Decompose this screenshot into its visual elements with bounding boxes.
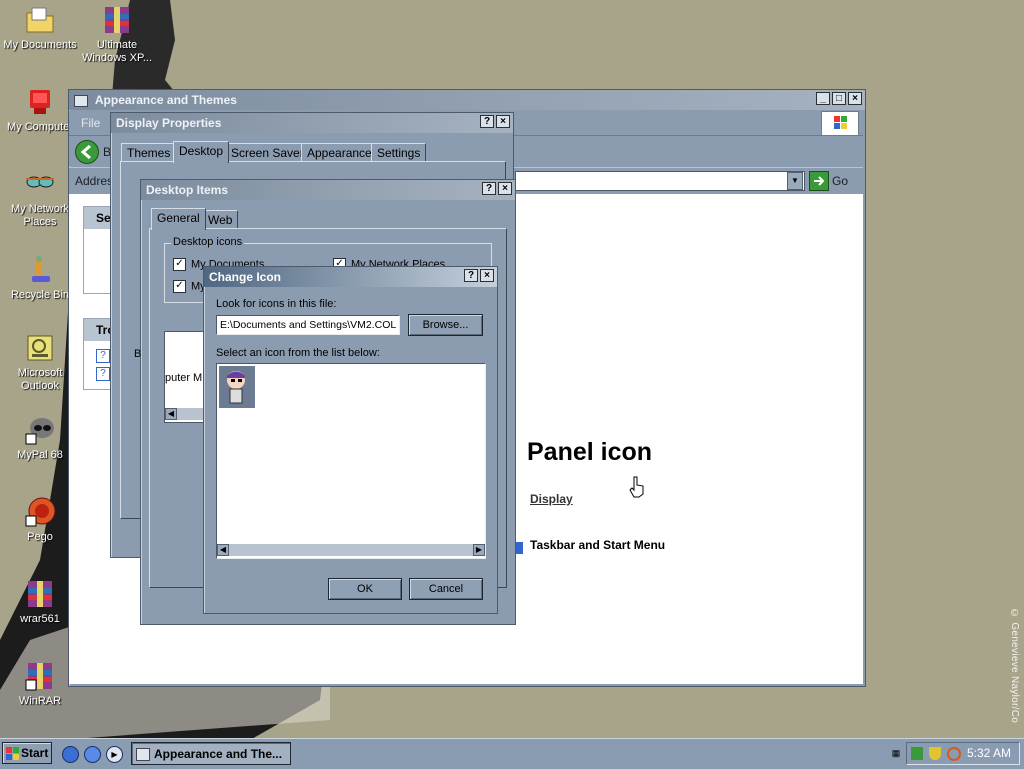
desktop-icon-label: Ultimate Windows XP... [81, 39, 153, 64]
look-for-icons-label: Look for icons in this file: [216, 298, 337, 310]
mypal-raccoon-icon [24, 414, 56, 446]
icon-file-path-text: E:\Documents and Settings\VM2.COL [220, 319, 397, 331]
scroll-right-icon[interactable]: ▶ [473, 544, 485, 556]
back-button[interactable] [75, 140, 99, 164]
tab-settings[interactable]: Settings [371, 143, 427, 162]
change-icon-title-bar[interactable]: Change Icon ? × [204, 267, 497, 287]
scroll-left-icon[interactable]: ◀ [217, 544, 229, 556]
desktop-items-tabs: General Web [149, 208, 349, 230]
close-button[interactable]: × [498, 182, 512, 195]
folder-small-icon [136, 748, 150, 761]
taskbar: Start ▶ Appearance and The... ▦ 5:32 AM [0, 738, 1024, 769]
cancel-button[interactable]: Cancel [409, 578, 483, 600]
icon-file-path-input[interactable]: E:\Documents and Settings\VM2.COL [216, 315, 400, 335]
quick-launch-ie-icon[interactable] [62, 746, 79, 763]
explorer-title-bar[interactable]: Appearance and Themes _ □ × [69, 90, 865, 110]
wallpaper-credit: © Genevieve Naylor/Co [1009, 608, 1020, 724]
menu-file[interactable]: File [81, 116, 100, 130]
computer-icon [24, 86, 56, 118]
network-places-icon [24, 168, 56, 200]
change-icon-title: Change Icon [209, 270, 282, 284]
tab-desktop[interactable]: Desktop [173, 141, 230, 163]
browse-button[interactable]: Browse... [408, 314, 483, 336]
desktop-icons-group-label: Desktop icons [171, 236, 245, 248]
close-button[interactable]: × [496, 115, 510, 128]
address-dropdown-button[interactable]: ▼ [787, 172, 803, 190]
help-button[interactable]: ? [482, 182, 496, 195]
icon-list-item[interactable] [219, 366, 255, 408]
check-icon: ✓ [173, 258, 186, 271]
folder-icon [24, 4, 56, 36]
tray-expand-icon[interactable]: ▦ [890, 747, 902, 759]
icon-list[interactable]: ◀ ▶ [216, 363, 486, 559]
icon-item-label: puter [165, 372, 191, 384]
security-shield-tray-icon[interactable] [929, 747, 941, 760]
go-arrow-icon[interactable] [809, 171, 829, 191]
clock[interactable]: 5:32 AM [967, 743, 1011, 764]
system-tray: 5:32 AM [906, 742, 1020, 765]
outlook-icon [24, 332, 56, 364]
checkbox-my-computer[interactable]: ✓ My [173, 280, 206, 293]
cartoon-character-icon [227, 371, 245, 404]
maximize-button[interactable]: □ [832, 92, 846, 105]
minimize-button[interactable]: _ [816, 92, 830, 105]
winrar-archive-icon [24, 660, 56, 692]
taskbar-item-appearance-and-themes[interactable]: Appearance and The... [131, 742, 291, 765]
search-tray-icon[interactable] [947, 747, 961, 761]
horizontal-scrollbar[interactable]: ◀ [165, 408, 205, 420]
back-arrow-icon [80, 144, 91, 160]
scroll-left-icon[interactable]: ◀ [165, 408, 177, 420]
tab-general[interactable]: General [151, 208, 206, 230]
display-properties-tabs: Themes Desktop Screen Saver Appearance S… [121, 141, 511, 163]
explorer-title: Appearance and Themes [94, 93, 237, 107]
desktop-icon-label: My Documents [3, 39, 77, 51]
close-button[interactable]: × [480, 269, 494, 282]
network-tray-icon[interactable] [911, 747, 923, 760]
quick-launch-browser-icon[interactable] [84, 746, 101, 763]
windows-flag-icon [6, 747, 19, 760]
address-input[interactable] [515, 171, 805, 191]
winrar-archive-icon [101, 4, 133, 36]
address-label: Addres [75, 174, 114, 188]
folder-small-icon [74, 94, 88, 107]
help-button[interactable]: ? [480, 115, 494, 128]
tab-screen-saver[interactable]: Screen Saver [225, 143, 310, 162]
horizontal-scrollbar[interactable]: ◀ ▶ [217, 544, 485, 556]
ok-button[interactable]: OK [328, 578, 402, 600]
close-button[interactable]: × [848, 92, 862, 105]
quick-launch-media-player-icon[interactable]: ▶ [106, 746, 123, 763]
pego-icon [24, 496, 56, 528]
help-icon: ? [96, 349, 110, 363]
tab-web[interactable]: Web [202, 210, 239, 229]
select-icon-label: Select an icon from the list below: [216, 347, 380, 359]
taskbar-start-menu-link[interactable]: Taskbar and Start Menu [530, 538, 665, 552]
check-icon: ✓ [173, 280, 186, 293]
display-properties-title-bar[interactable]: Display Properties ? × [111, 113, 513, 133]
tab-themes[interactable]: Themes [121, 143, 177, 162]
winrar-archive-icon [24, 578, 56, 610]
icon-item-label: M [193, 372, 203, 384]
start-button[interactable]: Start [2, 742, 52, 764]
taskbar-item-label: Appearance and The... [154, 747, 283, 761]
recycle-bin-icon [24, 254, 56, 286]
change-icon-dialog: Change Icon ? × Look for icons in this f… [203, 266, 498, 614]
desktop-icon-ultimate-windows-xp[interactable]: Ultimate Windows XP... [77, 4, 157, 65]
tab-appearance[interactable]: Appearance [301, 143, 378, 162]
help-button[interactable]: ? [464, 269, 478, 282]
desktop-icon-list[interactable]: puter M ◀ [164, 331, 206, 423]
hand-cursor-icon [629, 476, 644, 498]
windows-logo-icon [821, 111, 859, 136]
go-button[interactable]: Go [832, 174, 848, 188]
desktop-icon-my-documents[interactable]: My Documents [0, 4, 80, 52]
desktop-items-title-bar[interactable]: Desktop Items ? × [141, 180, 515, 200]
start-label: Start [21, 746, 49, 760]
help-icon: ? [96, 367, 110, 381]
desktop-items-title: Desktop Items [146, 183, 229, 197]
display-properties-label-b: B [134, 348, 142, 360]
display-properties-title: Display Properties [116, 116, 222, 130]
content-heading: Panel icon [527, 438, 653, 466]
display-link[interactable]: Display [530, 492, 573, 506]
desktop-icon-label: WinRAR [18, 695, 62, 707]
